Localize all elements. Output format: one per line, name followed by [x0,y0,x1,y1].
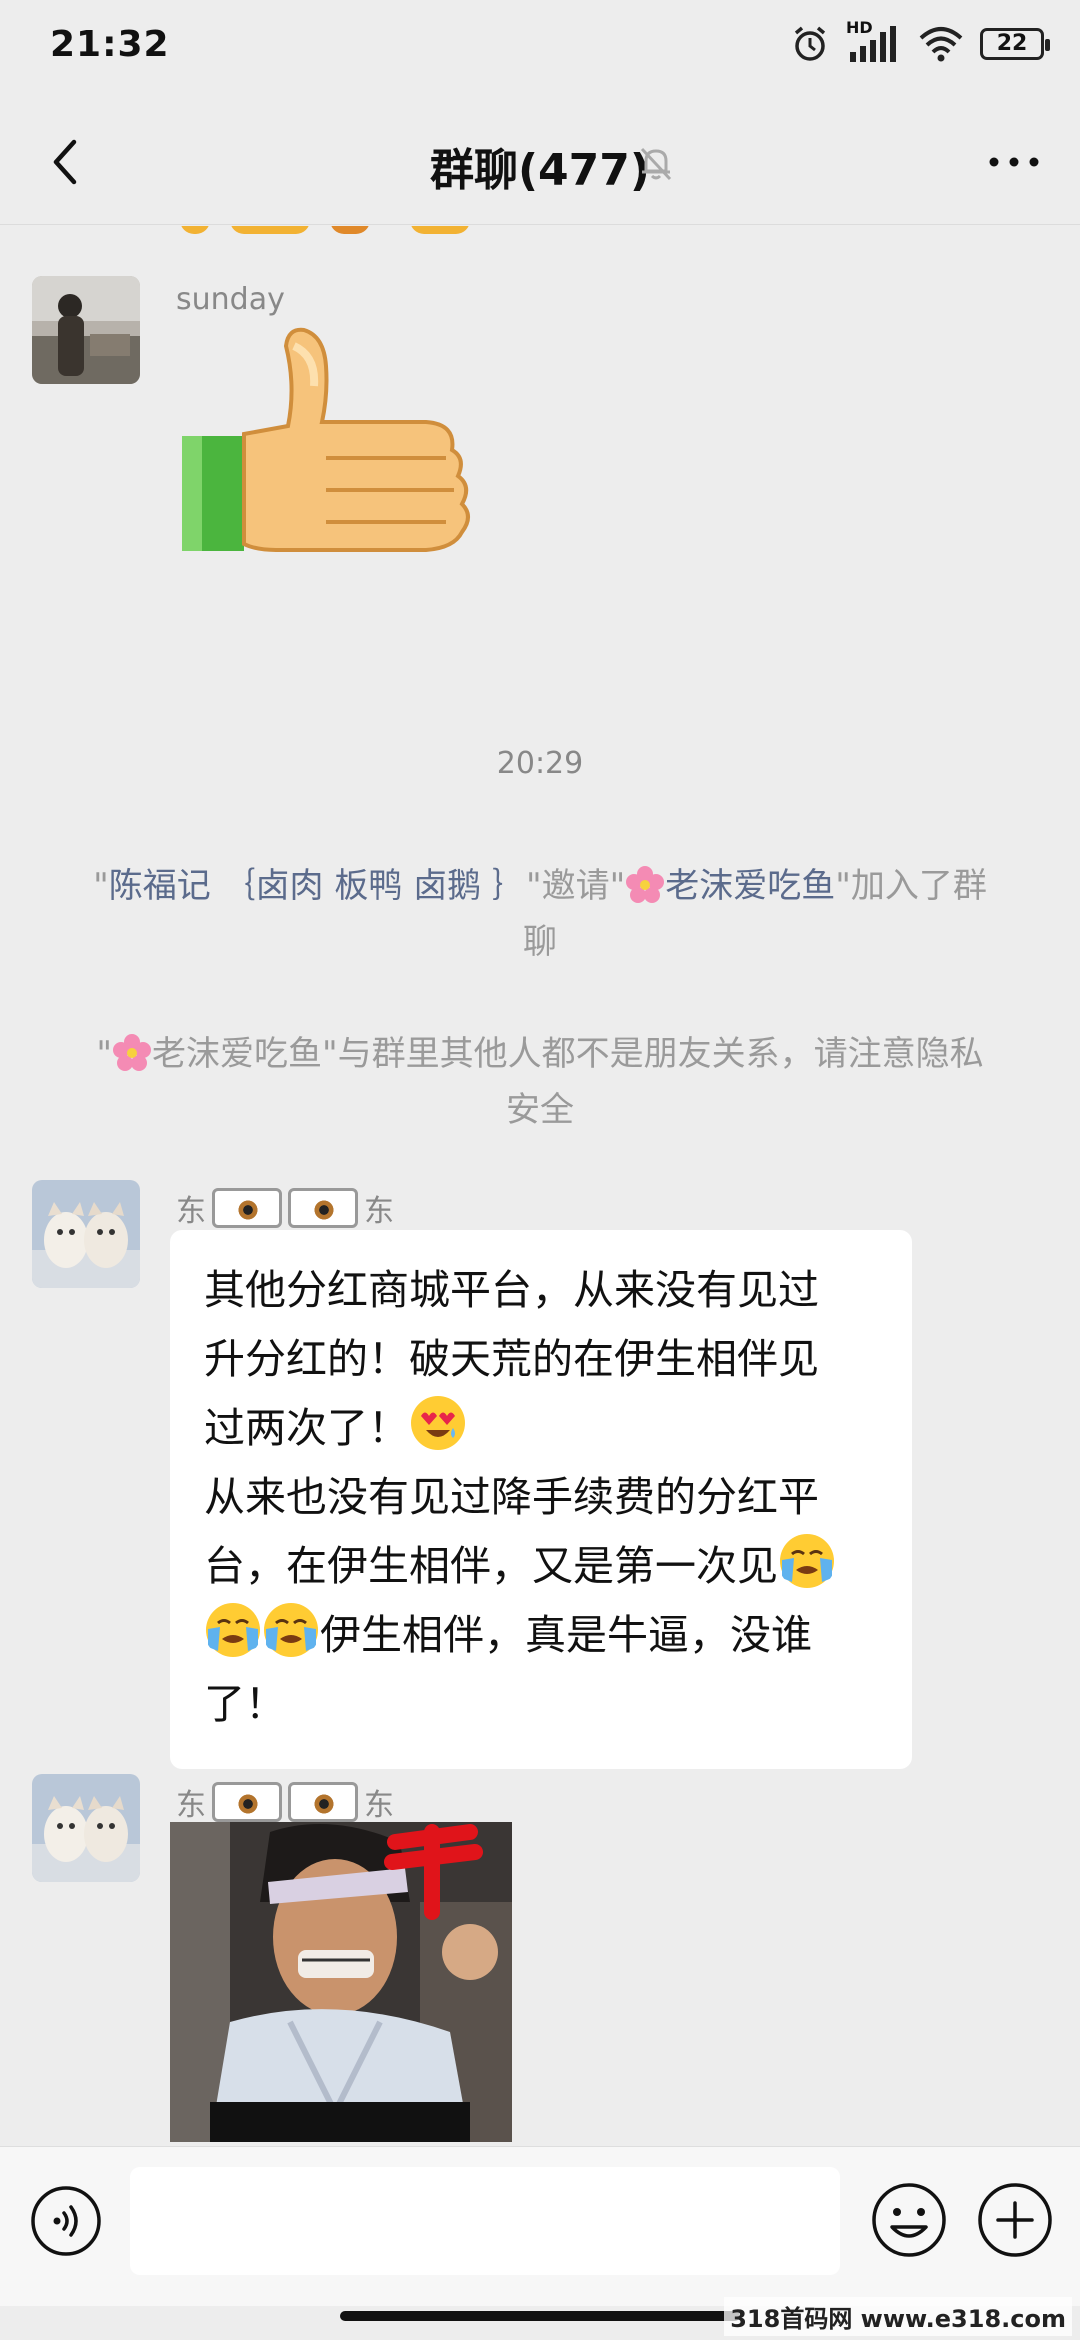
loudly-crying-emoji-icon [206,1603,260,1657]
inviter-link[interactable]: 陈福记 ｛卤肉 板鸭 卤鹅 ｝ [109,866,526,906]
eye-emoji-icon [288,1782,358,1822]
voice-input-button[interactable] [30,2185,102,2257]
message-line-text: 台，在伊生相伴，又是第一次见 [204,1542,778,1590]
sender-name: sunday [176,282,285,317]
sender-name-prefix: 东 [176,1788,206,1823]
quote-mark: " [96,1034,112,1074]
eye-emoji-icon [288,1188,358,1228]
message-list[interactable]: sunday 20:29 "陈福记 ｛卤肉 板鸭 卤鹅 ｝"邀请" 老沫爱吃鱼"加… [0,226,1080,2146]
heart-eyes-emoji-icon [411,1396,465,1450]
sender-name-suffix: 东 [364,1788,394,1823]
thumbs-up-sticker[interactable] [176,326,506,566]
sender-name-suffix: 东 [364,1194,394,1229]
message-line-with-emoji: 台，在伊生相伴，又是第一次见 [204,1532,880,1601]
input-bar [0,2146,1080,2306]
system-message-invite: "陈福记 ｛卤肉 板鸭 卤鹅 ｝"邀请" 老沫爱吃鱼"加入了群聊 [90,858,990,970]
loudly-crying-emoji-icon [780,1534,834,1588]
sender-name: 东 东 [176,1186,394,1230]
message-line-text: 过两次了！ [204,1404,409,1452]
image-sticker[interactable] [170,1822,512,2142]
message-line: 其他分红商城平台，从来没有见过 [204,1266,819,1314]
eye-emoji-icon [212,1782,282,1822]
eye-emoji-icon [212,1188,282,1228]
member-name: 老沫爱吃鱼 [152,1034,322,1074]
cellular-signal-icon: HD [846,18,902,64]
chat-screen: 21:32 HD 22 群聊(477) sunday 20:29 "陈福记 ｛卤… [0,0,1080,2340]
status-time: 21:32 [50,24,170,65]
status-bar: 21:32 HD 22 [0,0,1080,100]
muted-bell-icon [640,147,672,181]
message-timestamp: 20:29 [496,746,584,781]
message-line: 升分红的！破天荒的在伊生相伴见 [204,1335,819,1383]
message-line-with-emoji: 过两次了！ [204,1394,880,1463]
avatar[interactable] [32,1774,140,1882]
previous-message-emoji-row [170,226,490,238]
more-actions-plus-button[interactable] [976,2181,1054,2259]
loudly-crying-emoji-icon [264,1603,318,1657]
chat-title[interactable]: 群聊(477) [0,134,1080,198]
invite-verb: "邀请" [525,866,626,906]
message-bubble[interactable]: 其他分红商城平台，从来没有见过 升分红的！破天荒的在伊生相伴见 过两次了！ 从来… [170,1230,912,1769]
invitee-link[interactable]: 老沫爱吃鱼 [665,866,835,906]
message-line: 从来也没有见过降手续费的分红平 [204,1473,819,1521]
sender-name-prefix: 东 [176,1194,206,1229]
quote-mark: " [93,866,109,906]
flower-emoji-icon [112,1033,152,1073]
alarm-icon [794,26,826,61]
status-icons: HD 22 [790,18,1050,64]
message-input[interactable] [130,2167,840,2275]
wifi-icon [919,27,963,62]
privacy-notice-text: "与群里其他人都不是朋友关系，请注意隐私安全 [322,1034,984,1130]
more-options-button[interactable] [982,134,1046,190]
message-line-text: 伊生相伴，真是牛逼，没谁 [320,1611,812,1659]
chat-header: 群聊(477) [0,100,1080,225]
avatar[interactable] [32,276,140,384]
avatar[interactable] [32,1180,140,1288]
battery-indicator: 22 [980,28,1050,60]
home-indicator[interactable] [340,2311,740,2321]
message-line: 了！ [204,1680,286,1728]
system-message-privacy: " 老沫爱吃鱼"与群里其他人都不是朋友关系，请注意隐私安全 [90,1026,990,1138]
flower-emoji-icon [625,865,665,905]
watermark-text: 318首码网 www.e318.com [724,2297,1072,2336]
sender-name: 东 东 [176,1780,394,1824]
message-line-with-emoji: 伊生相伴，真是牛逼，没谁 [204,1601,880,1670]
emoji-picker-button[interactable] [870,2181,948,2259]
